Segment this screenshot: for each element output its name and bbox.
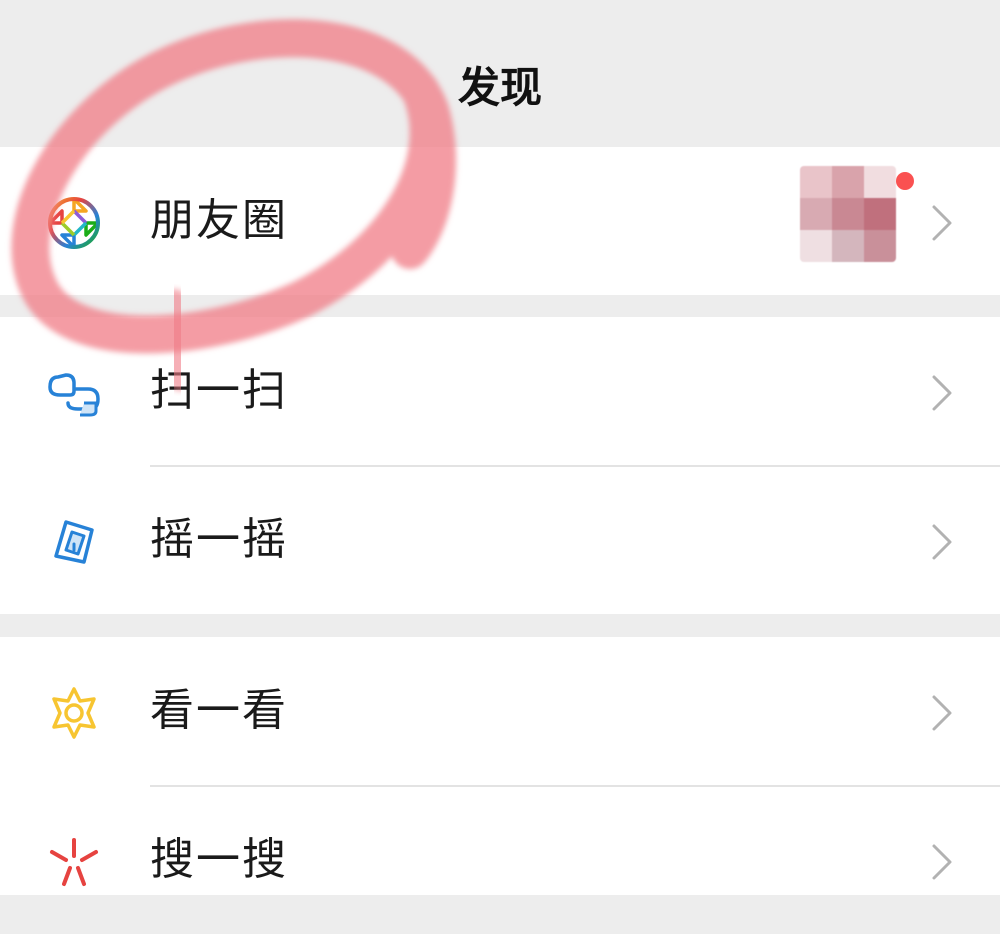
thumbnail-cell xyxy=(800,166,832,198)
chevron-right-icon xyxy=(924,201,960,245)
tools-group-2: 看一看 搜一搜 xyxy=(0,637,1000,895)
search-sparkle-icon xyxy=(44,832,104,892)
menu-label-top-stories: 看一看 xyxy=(150,685,288,736)
chevron-right-icon xyxy=(924,371,960,415)
menu-row-shake[interactable]: 摇一摇 xyxy=(0,466,1000,614)
thumbnail-cell xyxy=(832,230,864,262)
top-bar: 发现 xyxy=(0,0,1000,147)
thumbnail-cell xyxy=(832,166,864,198)
top-stories-icon xyxy=(44,683,104,743)
chevron-right-icon xyxy=(924,691,960,735)
menu-row-search[interactable]: 搜一搜 xyxy=(0,786,1000,934)
thumbnail-cell xyxy=(800,198,832,230)
scan-icon xyxy=(44,363,104,423)
chevron-right-icon xyxy=(924,520,960,564)
menu-label-search: 搜一搜 xyxy=(150,834,288,885)
menu-row-scan[interactable]: 扫一扫 xyxy=(0,317,1000,465)
thumbnail-cell xyxy=(864,230,896,262)
menu-label-moments: 朋友圈 xyxy=(150,195,288,246)
tools-group-1: 扫一扫 摇一摇 xyxy=(0,317,1000,614)
shake-icon xyxy=(44,512,104,572)
thumbnail-cell xyxy=(800,230,832,262)
unread-dot xyxy=(896,172,914,190)
page-title: 发现 xyxy=(457,63,542,112)
thumbnail-cell xyxy=(832,198,864,230)
menu-row-top-stories[interactable]: 看一看 xyxy=(0,637,1000,785)
menu-label-scan: 扫一扫 xyxy=(150,365,288,416)
thumbnail-cell xyxy=(864,166,896,198)
moments-aperture-icon xyxy=(44,193,104,253)
thumbnail-cell xyxy=(864,198,896,230)
menu-label-shake: 摇一摇 xyxy=(150,514,288,565)
moments-thumbnail xyxy=(800,166,896,262)
chevron-right-icon xyxy=(924,840,960,884)
